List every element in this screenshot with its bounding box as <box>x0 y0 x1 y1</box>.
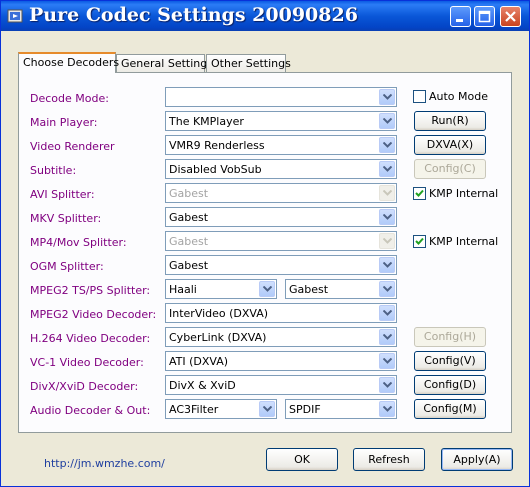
mpeg2-ps-splitter-select[interactable]: Gabest <box>285 279 397 299</box>
chevron-down-icon[interactable] <box>379 137 395 153</box>
vc1-video-select[interactable]: ATI (DXVA) <box>165 351 397 371</box>
mp4-splitter-label: MP4/Mov Splitter: <box>30 236 127 249</box>
settings-window: Pure Codec Settings 20090826 Choose Deco… <box>0 0 530 487</box>
chevron-down-icon[interactable] <box>379 185 395 201</box>
mpeg2-video-select[interactable]: InterVideo (DXVA) <box>165 303 397 323</box>
maximize-icon <box>478 10 491 23</box>
chevron-down-icon[interactable] <box>379 209 395 225</box>
title-bar[interactable]: Pure Codec Settings 20090826 <box>1 1 529 31</box>
main-player-label: Main Player: <box>30 116 98 129</box>
video-renderer-value: VMR9 Renderless <box>169 139 265 152</box>
audio-output-value: SPDIF <box>289 403 321 416</box>
chevron-down-icon[interactable] <box>379 305 395 321</box>
apply-button[interactable]: Apply(A) <box>441 448 513 471</box>
subtitle-label: Subtitle: <box>30 164 77 177</box>
config-vc1-button[interactable]: Config(V) <box>414 351 486 371</box>
h264-video-value: CyberLink (DXVA) <box>169 331 267 344</box>
mpeg2-ps-splitter-value: Gabest <box>289 283 329 296</box>
auto-mode-checkbox[interactable] <box>413 90 426 103</box>
dxva-button[interactable]: DXVA(X) <box>414 135 486 155</box>
video-renderer-label: Video Renderer <box>30 140 115 153</box>
tab-choose-decoders[interactable]: Choose Decoders <box>18 52 119 73</box>
checkmark-icon <box>415 189 424 197</box>
audio-output-select[interactable]: SPDIF <box>285 399 397 419</box>
codec-app-icon[interactable] <box>7 8 23 24</box>
ogm-splitter-value: Gabest <box>169 259 209 272</box>
avi-splitter-label: AVI Splitter: <box>30 188 95 201</box>
auto-mode-label: Auto Mode <box>429 90 489 103</box>
close-icon <box>505 11 516 22</box>
chevron-down-icon[interactable] <box>379 89 395 105</box>
config-divx-button[interactable]: Config(D) <box>414 375 486 395</box>
vc1-video-label: VC-1 Video Decoder: <box>30 356 144 369</box>
config-audio-button[interactable]: Config(M) <box>414 399 486 419</box>
ogm-splitter-select[interactable]: Gabest <box>165 255 397 275</box>
ok-button[interactable]: OK <box>266 448 338 471</box>
h264-video-label: H.264 Video Decoder: <box>30 332 151 345</box>
mkv-splitter-select[interactable]: Gabest <box>165 207 397 227</box>
video-renderer-select[interactable]: VMR9 Renderless <box>165 135 397 155</box>
website-link[interactable]: http://jm.wmzhe.com/ <box>44 457 165 470</box>
close-button[interactable] <box>500 6 521 27</box>
chevron-down-icon[interactable] <box>379 233 395 249</box>
mp4-kmp-internal-checkbox[interactable] <box>413 235 426 248</box>
h264-video-select[interactable]: CyberLink (DXVA) <box>165 327 397 347</box>
avi-splitter-value: Gabest <box>169 187 209 200</box>
decode-mode-label: Decode Mode: <box>30 92 109 105</box>
chevron-down-icon[interactable] <box>379 161 395 177</box>
mkv-splitter-label: MKV Splitter: <box>30 212 102 225</box>
chevron-down-icon[interactable] <box>379 401 395 417</box>
mp4-splitter-value: Gabest <box>169 235 209 248</box>
audio-decoder-select[interactable]: AC3Filter <box>165 399 277 419</box>
tab-other-settings[interactable]: Other Settings <box>206 54 291 72</box>
chevron-down-icon[interactable] <box>379 377 395 393</box>
ogm-splitter-label: OGM Splitter: <box>30 260 104 273</box>
refresh-button[interactable]: Refresh <box>353 448 425 471</box>
chevron-down-icon[interactable] <box>379 281 395 297</box>
decode-mode-select[interactable] <box>165 87 397 107</box>
avi-splitter-select[interactable]: Gabest <box>165 183 397 203</box>
mpeg2-video-value: InterVideo (DXVA) <box>169 307 269 320</box>
main-player-value: The KMPlayer <box>169 115 244 128</box>
avi-kmp-internal-label: KMP Internal <box>429 187 499 200</box>
minimize-button[interactable] <box>450 6 471 27</box>
chevron-down-icon[interactable] <box>379 353 395 369</box>
vc1-video-value: ATI (DXVA) <box>169 355 229 368</box>
mpeg2-video-label: MPEG2 Video Decoder: <box>30 308 157 321</box>
subtitle-select[interactable]: Disabled VobSub <box>165 159 397 179</box>
maximize-button[interactable] <box>474 6 495 27</box>
main-player-select[interactable]: The KMPlayer <box>165 111 397 131</box>
chevron-down-icon[interactable] <box>259 281 275 297</box>
mpeg2-ts-splitter-value: Haali <box>169 283 197 296</box>
divx-decoder-value: DivX & XviD <box>169 379 236 392</box>
avi-kmp-internal-checkbox[interactable] <box>413 187 426 200</box>
audio-decoder-value: AC3Filter <box>169 403 219 416</box>
minimize-icon <box>456 19 463 22</box>
divx-decoder-select[interactable]: DivX & XviD <box>165 375 397 395</box>
checkmark-icon <box>415 237 424 245</box>
audio-decoder-label: Audio Decoder & Out: <box>30 404 151 417</box>
mp4-kmp-internal-label: KMP Internal <box>429 235 499 248</box>
window-title: Pure Codec Settings 20090826 <box>29 4 358 26</box>
divx-decoder-label: DivX/XviD Decoder: <box>30 380 139 393</box>
mpeg2-ts-splitter-label: MPEG2 TS/PS Splitter: <box>30 284 151 297</box>
chevron-down-icon[interactable] <box>379 257 395 273</box>
mkv-splitter-value: Gabest <box>169 211 209 224</box>
chevron-down-icon[interactable] <box>259 401 275 417</box>
mp4-splitter-select[interactable]: Gabest <box>165 231 397 251</box>
tab-general-settings[interactable]: General Settings <box>116 54 213 72</box>
run-button[interactable]: Run(R) <box>414 111 486 131</box>
chevron-down-icon[interactable] <box>379 329 395 345</box>
chevron-down-icon[interactable] <box>379 113 395 129</box>
mpeg2-ts-splitter-select[interactable]: Haali <box>165 279 277 299</box>
subtitle-value: Disabled VobSub <box>169 163 262 176</box>
config-h264-button[interactable]: Config(H) <box>414 327 486 347</box>
config-subtitle-button[interactable]: Config(C) <box>414 159 486 179</box>
